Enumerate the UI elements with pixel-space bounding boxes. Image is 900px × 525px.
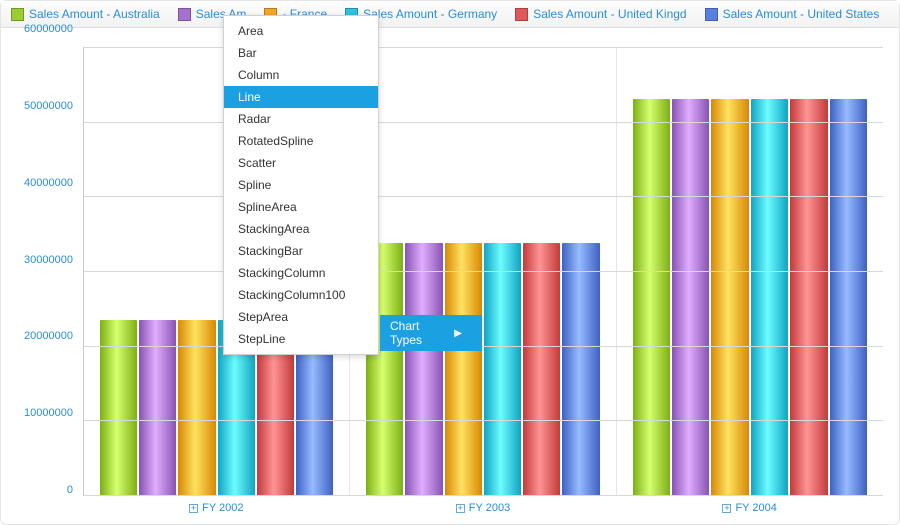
bar[interactable] xyxy=(562,243,599,495)
gridline xyxy=(84,271,883,272)
chevron-right-icon: ▶ xyxy=(454,328,462,339)
y-tick-label: 10000000 xyxy=(24,407,73,419)
gridline xyxy=(84,495,883,496)
bar[interactable] xyxy=(790,99,827,495)
chart-types-submenu[interactable]: AreaBarColumnLineRadarRotatedSplineScatt… xyxy=(223,15,379,355)
bar[interactable] xyxy=(751,99,788,495)
menu-item-stackingarea[interactable]: StackingArea xyxy=(224,218,378,240)
legend-swatch xyxy=(11,8,24,21)
y-axis: 0 10000000 20000000 30000000 40000000 5000000… xyxy=(11,35,77,496)
menu-item-spline[interactable]: Spline xyxy=(224,174,378,196)
legend-item[interactable]: Sales Amount - Australia xyxy=(11,7,160,21)
y-tick-label: 20000000 xyxy=(24,330,73,342)
gridline xyxy=(84,47,883,48)
menu-item-splinearea[interactable]: SplineArea xyxy=(224,196,378,218)
y-tick-label: 40000000 xyxy=(24,177,73,189)
menu-item-column[interactable]: Column xyxy=(224,64,378,86)
bar[interactable] xyxy=(484,243,521,495)
gridline xyxy=(84,420,883,421)
legend-bar: Sales Amount - Australia Sales Am - Fran… xyxy=(1,1,899,28)
expand-icon[interactable]: + xyxy=(722,504,731,513)
legend-label: Sales Amount - Germany xyxy=(363,7,497,21)
menu-item-line[interactable]: Line xyxy=(224,86,378,108)
bar[interactable] xyxy=(711,99,748,495)
menu-item-steparea[interactable]: StepArea xyxy=(224,306,378,328)
context-menu-chart-types[interactable]: Chart Types ▶ xyxy=(380,315,482,351)
x-tick-text: FY 2004 xyxy=(735,502,776,514)
y-tick-label: 0 xyxy=(67,484,73,496)
bar[interactable] xyxy=(633,99,670,495)
y-tick-label: 60000000 xyxy=(24,23,73,35)
menu-item-radar[interactable]: Radar xyxy=(224,108,378,130)
menu-item-area[interactable]: Area xyxy=(224,20,378,42)
expand-icon[interactable]: + xyxy=(456,504,465,513)
x-tick-label[interactable]: + FY 2003 xyxy=(350,502,617,514)
gridline xyxy=(84,122,883,123)
legend-label: Sales Amount - United States xyxy=(723,7,880,21)
y-tick-label: 30000000 xyxy=(24,254,73,266)
legend-swatch xyxy=(705,8,718,21)
bar[interactable] xyxy=(445,243,482,495)
legend-label: Sales Amount - United Kingd xyxy=(533,7,686,21)
x-tick-text: FY 2002 xyxy=(202,502,243,514)
chart-area: 0 10000000 20000000 30000000 40000000 5000000… xyxy=(11,35,889,514)
bar[interactable] xyxy=(672,99,709,495)
x-tick-label[interactable]: + FY 2004 xyxy=(616,502,883,514)
x-tick-text: FY 2003 xyxy=(469,502,510,514)
y-tick-label: 50000000 xyxy=(24,100,73,112)
bar[interactable] xyxy=(523,243,560,495)
menu-item-stackingbar[interactable]: StackingBar xyxy=(224,240,378,262)
menu-item-stackingcolumn[interactable]: StackingColumn xyxy=(224,262,378,284)
gridline xyxy=(84,196,883,197)
legend-swatch xyxy=(178,8,191,21)
menu-item-rotatedspline[interactable]: RotatedSpline xyxy=(224,130,378,152)
expand-icon[interactable]: + xyxy=(189,504,198,513)
legend-item[interactable]: Sales Amount - United Kingd xyxy=(515,7,686,21)
legend-item[interactable]: Sales Amount - United States xyxy=(705,7,880,21)
menu-item-bar[interactable]: Bar xyxy=(224,42,378,64)
gridline xyxy=(84,346,883,347)
legend-swatch xyxy=(515,8,528,21)
bar[interactable] xyxy=(405,243,442,495)
legend-label: Sales Amount - Australia xyxy=(29,7,160,21)
x-tick-label[interactable]: + FY 2002 xyxy=(83,502,350,514)
bar[interactable] xyxy=(830,99,867,495)
menu-item-stackingcolumn100[interactable]: StackingColumn100 xyxy=(224,284,378,306)
menu-item-stepline[interactable]: StepLine xyxy=(224,328,378,350)
menu-item-scatter[interactable]: Scatter xyxy=(224,152,378,174)
context-menu-label: Chart Types xyxy=(390,319,454,347)
plot-area[interactable] xyxy=(83,47,883,496)
